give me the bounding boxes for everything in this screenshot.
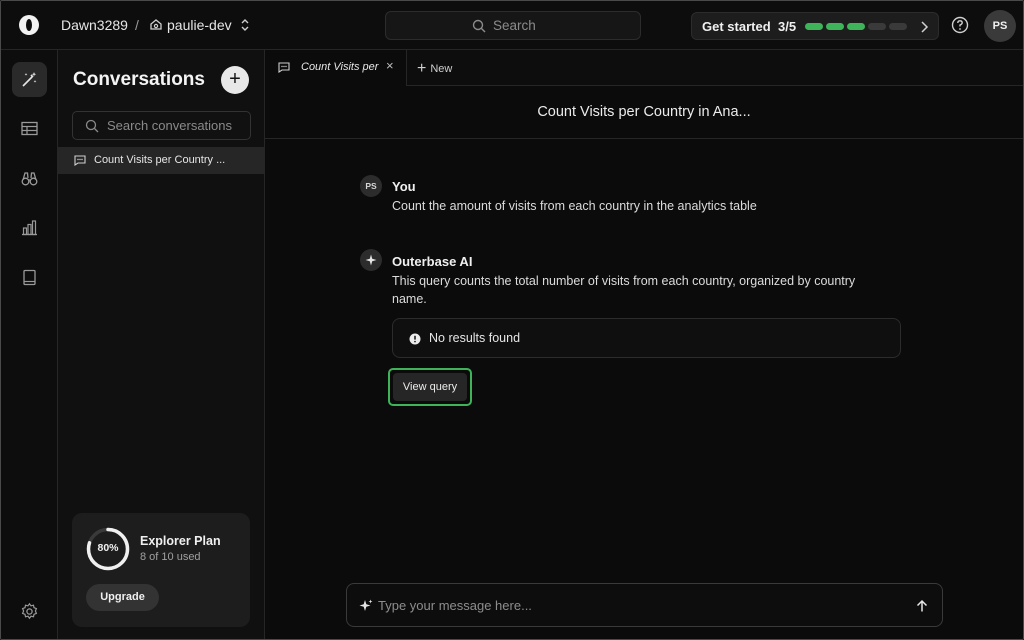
search-icon <box>472 19 486 33</box>
get-started-label: Get started <box>702 19 771 34</box>
user-message-avatar: PS <box>360 175 382 197</box>
progress-step <box>847 23 865 30</box>
user-avatar[interactable]: PS <box>984 10 1016 42</box>
gear-icon <box>21 602 38 620</box>
left-rail <box>1 50 58 639</box>
user-message-text: Count the amount of visits from each cou… <box>392 199 757 213</box>
conversation-search-placeholder: Search conversations <box>107 118 233 133</box>
get-started-count: 3/5 <box>778 19 797 34</box>
progress-step <box>805 23 823 30</box>
sparkle-icon <box>359 599 373 611</box>
project-selector[interactable]: paulie-dev <box>167 17 232 33</box>
new-tab-button[interactable]: + New <box>417 59 452 77</box>
conversation-list-item[interactable]: Count Visits per Country ... <box>58 147 264 174</box>
search-icon <box>85 119 99 133</box>
app-window: Dawn3289 / paulie-dev Search Get started… <box>0 0 1024 640</box>
workspace-name[interactable]: Dawn3289 <box>61 17 128 33</box>
rail-docs-button[interactable] <box>12 260 47 295</box>
view-query-focus-ring: View query <box>388 368 472 406</box>
sparkle-icon <box>365 254 377 266</box>
outerbase-logo-icon[interactable] <box>19 15 39 35</box>
book-icon <box>23 269 36 286</box>
message-composer[interactable]: Type your message here... <box>346 583 943 627</box>
sidebar-title: Conversations <box>73 69 205 90</box>
magic-wand-icon <box>22 72 37 87</box>
plus-icon: + <box>229 68 241 90</box>
get-started-button[interactable]: Get started 3/5 <box>691 12 939 40</box>
chevron-right-icon <box>921 21 929 33</box>
table-icon <box>21 121 38 136</box>
alert-circle-icon <box>409 333 421 345</box>
message-input-placeholder: Type your message here... <box>378 598 532 613</box>
binoculars-icon <box>21 172 38 186</box>
view-query-button[interactable]: View query <box>393 373 467 401</box>
upgrade-button[interactable]: Upgrade <box>86 584 159 611</box>
search-placeholder: Search <box>493 18 536 33</box>
user-message-author: You <box>392 179 416 194</box>
rail-ai-button[interactable] <box>12 62 47 97</box>
progress-step <box>889 23 907 30</box>
bar-chart-icon <box>22 220 37 236</box>
query-result-box: No results found <box>392 318 901 358</box>
progress-step <box>826 23 844 30</box>
rail-tables-button[interactable] <box>12 111 47 146</box>
conversation-search-input[interactable]: Search conversations <box>72 111 251 140</box>
main-panel: Count Visits per Country in Analytics × … <box>265 50 1023 639</box>
tab-conversation[interactable]: Count Visits per Country in Analytics × <box>265 50 407 86</box>
arrow-up-icon[interactable] <box>915 599 929 613</box>
plan-name: Explorer Plan <box>140 534 221 548</box>
rail-explore-button[interactable] <box>12 161 47 196</box>
chevron-up-down-icon[interactable] <box>239 18 251 32</box>
plan-card: 80% Explorer Plan 8 of 10 used Upgrade <box>72 513 250 627</box>
chat-bubble-icon <box>74 155 86 166</box>
help-icon[interactable] <box>951 16 969 34</box>
rail-settings-button[interactable] <box>12 594 47 629</box>
tab-label: Count Visits per Country in Analytics <box>301 61 381 73</box>
ai-message-text-line1: This query counts the total number of vi… <box>392 274 856 288</box>
ai-message-author: Outerbase AI <box>392 254 473 269</box>
ai-message-text-line2: name. <box>392 292 427 306</box>
new-tab-label: New <box>430 63 453 75</box>
query-result-message: No results found <box>429 331 521 345</box>
chat-bubble-icon <box>278 62 290 73</box>
progress-step <box>868 23 886 30</box>
new-conversation-button[interactable]: + <box>221 66 249 94</box>
rail-dashboards-button[interactable] <box>12 210 47 245</box>
breadcrumb-separator: / <box>135 17 139 33</box>
top-bar: Dawn3289 / paulie-dev Search Get started… <box>1 1 1023 50</box>
close-icon[interactable]: × <box>386 58 394 73</box>
global-search[interactable]: Search <box>385 11 641 40</box>
project-icon <box>150 19 162 30</box>
ai-message-avatar <box>360 249 382 271</box>
usage-percent: 80% <box>97 542 119 554</box>
tab-bar: Count Visits per Country in Analytics × … <box>265 50 1023 86</box>
plus-icon: + <box>417 60 427 77</box>
plan-usage: 8 of 10 used <box>140 551 201 563</box>
conversation-list-item-label: Count Visits per Country ... <box>94 154 226 166</box>
conversations-sidebar: Conversations + Search conversations Cou… <box>58 50 265 639</box>
conversation-title: Count Visits per Country in Ana... <box>265 86 1023 139</box>
